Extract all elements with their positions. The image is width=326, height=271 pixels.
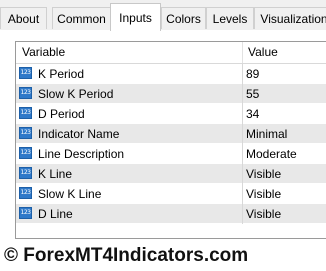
variable-value[interactable]: 55 (246, 84, 259, 104)
tab-common[interactable]: Common (52, 7, 111, 29)
tab-bar: About Common Inputs Colors Levels Visual… (0, 0, 326, 31)
cell-divider (242, 124, 243, 144)
table-header: Variable Value (16, 42, 326, 64)
cell-divider (242, 144, 243, 164)
cell-divider (242, 104, 243, 124)
numeric-input-icon: 123 (19, 67, 32, 79)
numeric-input-icon: 123 (19, 127, 32, 139)
table-row[interactable]: 123 Line Description Moderate (16, 144, 326, 164)
table-row[interactable]: 123 Indicator Name Minimal (16, 124, 326, 144)
variable-name: Indicator Name (38, 127, 120, 141)
variable-name: Slow K Period (38, 87, 114, 101)
inputs-table: Variable Value 123 K Period 89 123 Slow … (15, 41, 326, 239)
numeric-input-icon: 123 (19, 107, 32, 119)
variable-name: D Line (38, 207, 73, 221)
variable-name: K Period (38, 67, 85, 81)
variable-value[interactable]: 34 (246, 104, 259, 124)
tab-inputs[interactable]: Inputs (110, 3, 161, 31)
tab-about[interactable]: About (0, 7, 47, 29)
table-row[interactable]: 123 Slow K Period 55 (16, 84, 326, 104)
variable-name: Slow K Line (38, 187, 102, 201)
variable-value[interactable]: Moderate (246, 144, 297, 164)
cell-divider (242, 184, 243, 204)
numeric-input-icon: 123 (19, 167, 32, 179)
variable-value[interactable]: Visible (246, 164, 281, 184)
variable-name: K Line (38, 167, 73, 181)
cell-divider (242, 164, 243, 184)
cell-divider (242, 64, 243, 84)
numeric-input-icon: 123 (19, 147, 32, 159)
cell-divider (242, 204, 243, 224)
variable-value[interactable]: Visible (246, 184, 281, 204)
numeric-input-icon: 123 (19, 187, 32, 199)
column-header-value[interactable]: Value (248, 42, 278, 63)
cell-divider (242, 84, 243, 104)
numeric-input-icon: 123 (19, 207, 32, 219)
variable-value[interactable]: 89 (246, 64, 259, 84)
tab-visualization[interactable]: Visualization (254, 7, 326, 29)
table-row[interactable]: 123 D Period 34 (16, 104, 326, 124)
variable-value[interactable]: Visible (246, 204, 281, 224)
tab-colors[interactable]: Colors (161, 7, 206, 29)
variable-value[interactable]: Minimal (246, 124, 287, 144)
table-row[interactable]: 123 K Period 89 (16, 64, 326, 84)
variable-name: D Period (38, 107, 85, 121)
table-row[interactable]: 123 D Line Visible (16, 204, 326, 224)
column-header-variable[interactable]: Variable (22, 42, 65, 63)
column-divider[interactable] (242, 42, 243, 63)
numeric-input-icon: 123 (19, 87, 32, 99)
inputs-panel: Variable Value 123 K Period 89 123 Slow … (0, 30, 326, 271)
watermark-text: © ForexMT4Indicators.com (4, 245, 249, 266)
variable-name: Line Description (38, 147, 125, 161)
tab-levels[interactable]: Levels (206, 7, 254, 29)
table-row[interactable]: 123 Slow K Line Visible (16, 184, 326, 204)
table-row[interactable]: 123 K Line Visible (16, 164, 326, 184)
